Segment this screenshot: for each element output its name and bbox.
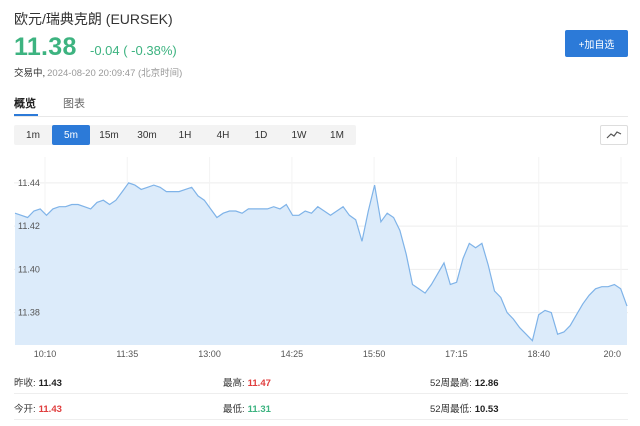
price-chart[interactable]: 11.44 11.42 11.40 11.38 10:10 11:35 13:00 14:2… (14, 153, 628, 363)
wk52-high-label: 52周最高: (430, 378, 472, 389)
tab-chart[interactable]: 图表 (63, 95, 85, 111)
interval-selector: 1m 5m 15m 30m 1H 4H 1D 1W 1M (14, 125, 356, 145)
interval-1h[interactable]: 1H (166, 125, 204, 145)
high-value: 11.47 (247, 378, 271, 389)
wk52-low-value: 10.53 (474, 404, 499, 415)
high-label: 最高: (223, 378, 245, 389)
update-time: 2024-08-20 20:09:47 (北京时间) (47, 68, 183, 79)
x-tick-label: 11:35 (116, 349, 138, 359)
chart-type-button[interactable] (600, 125, 628, 145)
open-label: 今开: (14, 404, 36, 415)
add-watchlist-button[interactable]: +加自选 (565, 30, 628, 57)
stat-high: 最高: 11.47 (223, 375, 271, 389)
interval-30m[interactable]: 30m (128, 125, 166, 145)
status-line: 交易中, 2024-08-20 20:09:47 (北京时间) (14, 65, 182, 79)
stat-52wk-high: 52周最高: 12.86 (430, 375, 499, 389)
line-chart-icon (606, 131, 622, 139)
price-change: -0.04 ( -0.38%) (90, 43, 177, 58)
prev-close-label: 昨收: (14, 378, 36, 389)
interval-1m[interactable]: 1m (14, 125, 52, 145)
interval-4h[interactable]: 4H (204, 125, 242, 145)
y-tick-label: 11.40 (18, 264, 40, 274)
interval-1mo[interactable]: 1M (318, 125, 356, 145)
stat-prev-close: 昨收: 11.43 (14, 375, 62, 389)
tab-overview[interactable]: 概览 (14, 95, 36, 111)
interval-15m[interactable]: 15m (90, 125, 128, 145)
low-label: 最低: (223, 404, 245, 415)
wk52-low-label: 52周最低: (430, 404, 472, 415)
tabs-divider (14, 116, 628, 117)
trading-status: 交易中, (14, 68, 46, 79)
interval-5m[interactable]: 5m (52, 125, 90, 145)
stat-open: 今开: 11.43 (14, 401, 62, 415)
y-tick-label: 11.44 (18, 178, 40, 188)
x-tick-label: 13:00 (198, 349, 221, 359)
interval-1d[interactable]: 1D (242, 125, 280, 145)
stat-52wk-low: 52周最低: 10.53 (430, 401, 499, 415)
x-tick-label: 18:40 (527, 349, 550, 359)
x-tick-label: 15:50 (363, 349, 386, 359)
x-tick-label: 10:10 (34, 349, 57, 359)
current-price: 11.38 (14, 33, 77, 61)
prev-close-value: 11.43 (38, 378, 62, 389)
instrument-title: 欧元/瑞典克朗 (EURSEK) (14, 11, 173, 27)
stats-row-1: 昨收: 11.43 最高: 11.47 52周最高: 12.86 (14, 368, 628, 394)
open-value: 11.43 (38, 404, 62, 415)
interval-1w[interactable]: 1W (280, 125, 318, 145)
stat-low: 最低: 11.31 (223, 401, 271, 415)
y-tick-label: 11.42 (18, 221, 40, 231)
x-tick-label: 20:0 (603, 349, 621, 359)
wk52-high-value: 12.86 (474, 378, 499, 389)
x-tick-label: 17:15 (445, 349, 468, 359)
stats-row-2: 今开: 11.43 最低: 11.31 52周最低: 10.53 (14, 394, 628, 420)
x-tick-label: 14:25 (281, 349, 304, 359)
low-value: 11.31 (247, 404, 271, 415)
y-tick-label: 11.38 (18, 308, 40, 318)
